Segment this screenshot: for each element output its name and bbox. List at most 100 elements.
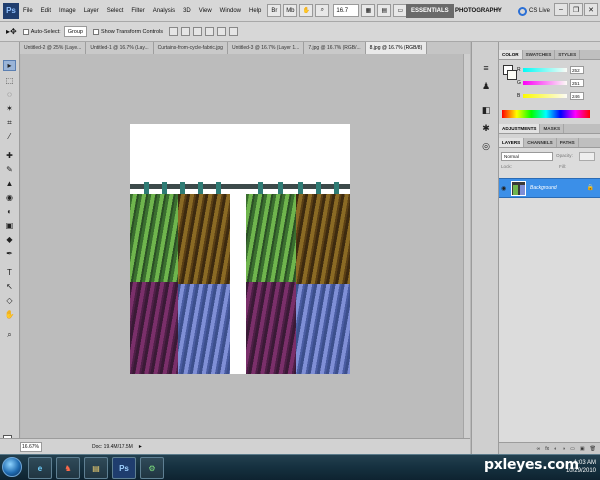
move-tool-icon[interactable]: ▸✥	[6, 27, 17, 36]
blue-slider[interactable]	[523, 94, 567, 98]
link-layers-icon[interactable]: ∞	[537, 446, 541, 452]
status-menu-arrow-icon[interactable]: ▸	[139, 443, 142, 450]
menu-select[interactable]: Select	[103, 8, 128, 14]
marquee-tool-icon[interactable]: ⬚	[3, 75, 16, 86]
file-explorer-icon[interactable]: ▤	[84, 457, 108, 479]
tab-swatches[interactable]: SWATCHES	[523, 50, 556, 59]
minimize-button[interactable]: –	[554, 3, 568, 16]
path-select-tool-icon[interactable]: ◇	[3, 295, 16, 306]
photoshop-taskbar-icon[interactable]: Ps	[112, 457, 136, 479]
menu-analysis[interactable]: Analysis	[149, 8, 179, 14]
color-background-swatch[interactable]	[507, 70, 517, 80]
menu-edit[interactable]: Edit	[37, 8, 55, 14]
healing-brush-tool-icon[interactable]: ✚	[3, 150, 16, 161]
auto-select-dropdown[interactable]: Group	[63, 26, 87, 37]
tab-paths[interactable]: PATHS	[557, 138, 579, 147]
align-right-icon[interactable]	[229, 27, 239, 36]
cs-live-button[interactable]: CS Live	[518, 4, 550, 18]
history-brush-tool-icon[interactable]: ◉	[3, 192, 16, 203]
zoom-status-field[interactable]: 16.67%	[20, 441, 42, 452]
zoom-level-dropdown[interactable]: 16.7	[333, 4, 360, 17]
vertical-scrollbar[interactable]	[463, 54, 470, 438]
tab-color[interactable]: COLOR	[499, 50, 523, 59]
hand-tool-icon[interactable]: ⌕	[3, 329, 16, 340]
menu-layer[interactable]: Layer	[80, 8, 103, 14]
quick-select-tool-icon[interactable]: ✶	[3, 103, 16, 114]
menu-filter[interactable]: Filter	[127, 8, 148, 14]
align-left-icon[interactable]	[205, 27, 215, 36]
doc-tab-untitled-3[interactable]: Untitled-3 @ 16.7% (Layer 1...	[227, 42, 305, 54]
new-group-icon[interactable]: ▭	[570, 446, 575, 452]
tab-layers[interactable]: LAYERS	[499, 138, 525, 147]
menu-view[interactable]: View	[195, 8, 216, 14]
clone-stamp-tool-icon[interactable]: ▲	[3, 178, 16, 189]
layer-row-background[interactable]: ◉ Background 🔒	[499, 178, 600, 198]
workspace-more-icon[interactable]: »	[496, 6, 500, 13]
menu-window[interactable]: Window	[216, 8, 245, 14]
brush-presets-panel-icon[interactable]: ✱	[479, 122, 493, 134]
tab-channels[interactable]: CHANNELS	[524, 138, 557, 147]
add-mask-icon[interactable]: ◐	[554, 446, 557, 452]
adjustment-layer-icon[interactable]: ◑	[562, 446, 565, 452]
red-value-field[interactable]: 252	[570, 66, 584, 74]
menu-help[interactable]: Help	[245, 8, 265, 14]
trash-icon[interactable]: 🗑	[590, 446, 596, 452]
arrange-documents-icon[interactable]: ▤	[377, 4, 392, 17]
tab-masks[interactable]: MASKS	[540, 124, 565, 133]
navigator-panel-icon[interactable]: ◧	[479, 104, 493, 116]
internet-explorer-icon[interactable]: e	[28, 457, 52, 479]
align-bottom-icon[interactable]	[193, 27, 203, 36]
game-app-icon[interactable]: ♞	[56, 457, 80, 479]
blue-value-field[interactable]: 246	[570, 92, 584, 100]
brush-tool-icon[interactable]: ✎	[3, 164, 16, 175]
pen-tool-icon[interactable]: T	[3, 267, 16, 278]
blend-mode-dropdown[interactable]: Normal	[501, 152, 553, 161]
eraser-tool-icon[interactable]: ◐	[3, 206, 16, 217]
dodge-tool-icon[interactable]: ✒	[3, 248, 16, 259]
view-extras-icon[interactable]: ▦	[361, 4, 376, 17]
app-taskbar-icon[interactable]: ⚙	[140, 457, 164, 479]
show-transform-checkbox[interactable]	[92, 28, 99, 35]
canvas-area[interactable]	[21, 54, 470, 438]
close-button[interactable]: ✕	[584, 3, 598, 16]
blur-tool-icon[interactable]: ◆	[3, 234, 16, 245]
shape-tool-icon[interactable]: ✋	[3, 309, 16, 320]
align-center-icon[interactable]	[217, 27, 227, 36]
opacity-field[interactable]	[579, 152, 595, 161]
history-panel-icon[interactable]: ≡	[479, 62, 493, 74]
green-slider[interactable]	[523, 81, 567, 85]
layer-style-icon[interactable]: fx	[545, 446, 549, 452]
actions-panel-icon[interactable]: ♟	[479, 80, 493, 92]
auto-select-checkbox[interactable]	[22, 28, 29, 35]
eyedropper-tool-icon[interactable]: ⁄	[3, 131, 16, 142]
green-value-field[interactable]: 251	[570, 79, 584, 87]
doc-tab-curtains[interactable]: Curtains-from-cycle-fabric.jpg	[153, 42, 228, 54]
restore-button[interactable]: ❐	[569, 3, 583, 16]
document-canvas[interactable]	[130, 124, 350, 374]
tab-styles[interactable]: STYLES	[555, 50, 581, 59]
crop-tool-icon[interactable]: ⌗	[3, 117, 16, 128]
doc-tab-untitled-1[interactable]: Untitled-1 @ 16.7% (Lay...	[86, 42, 154, 54]
doc-tab-7jpg[interactable]: 7.jpg @ 16.7% (RGB/...	[304, 42, 366, 54]
gradient-tool-icon[interactable]: ▣	[3, 220, 16, 231]
doc-tab-untitled-2[interactable]: Untitled-2 @ 25% (Laye...	[20, 42, 87, 54]
lasso-tool-icon[interactable]: ◌	[3, 89, 16, 100]
doc-tab-8jpg[interactable]: 8.jpg @ 16.7% (RGB/8)	[365, 42, 428, 54]
bridge-button[interactable]: Br	[267, 4, 282, 17]
new-layer-icon[interactable]: ▣	[580, 446, 585, 452]
minibridge-button[interactable]: Mb	[283, 4, 298, 17]
tab-adjustments[interactable]: ADJUSTMENTS	[499, 124, 541, 133]
menu-image[interactable]: Image	[55, 8, 80, 14]
menu-file[interactable]: File	[19, 8, 37, 14]
workspace-essentials-button[interactable]: ESSENTIALS	[406, 4, 454, 18]
align-top-icon[interactable]	[169, 27, 179, 36]
align-middle-icon[interactable]	[181, 27, 191, 36]
color-spectrum-bar[interactable]	[502, 110, 590, 118]
clone-source-panel-icon[interactable]: ◎	[479, 140, 493, 152]
zoom-tool-icon[interactable]: ⌕	[315, 4, 330, 17]
type-tool-icon[interactable]: ↖	[3, 281, 16, 292]
red-slider[interactable]	[523, 68, 567, 72]
start-button[interactable]	[2, 457, 22, 477]
eye-icon[interactable]: ◉	[501, 185, 506, 192]
menu-3d[interactable]: 3D	[179, 8, 195, 14]
